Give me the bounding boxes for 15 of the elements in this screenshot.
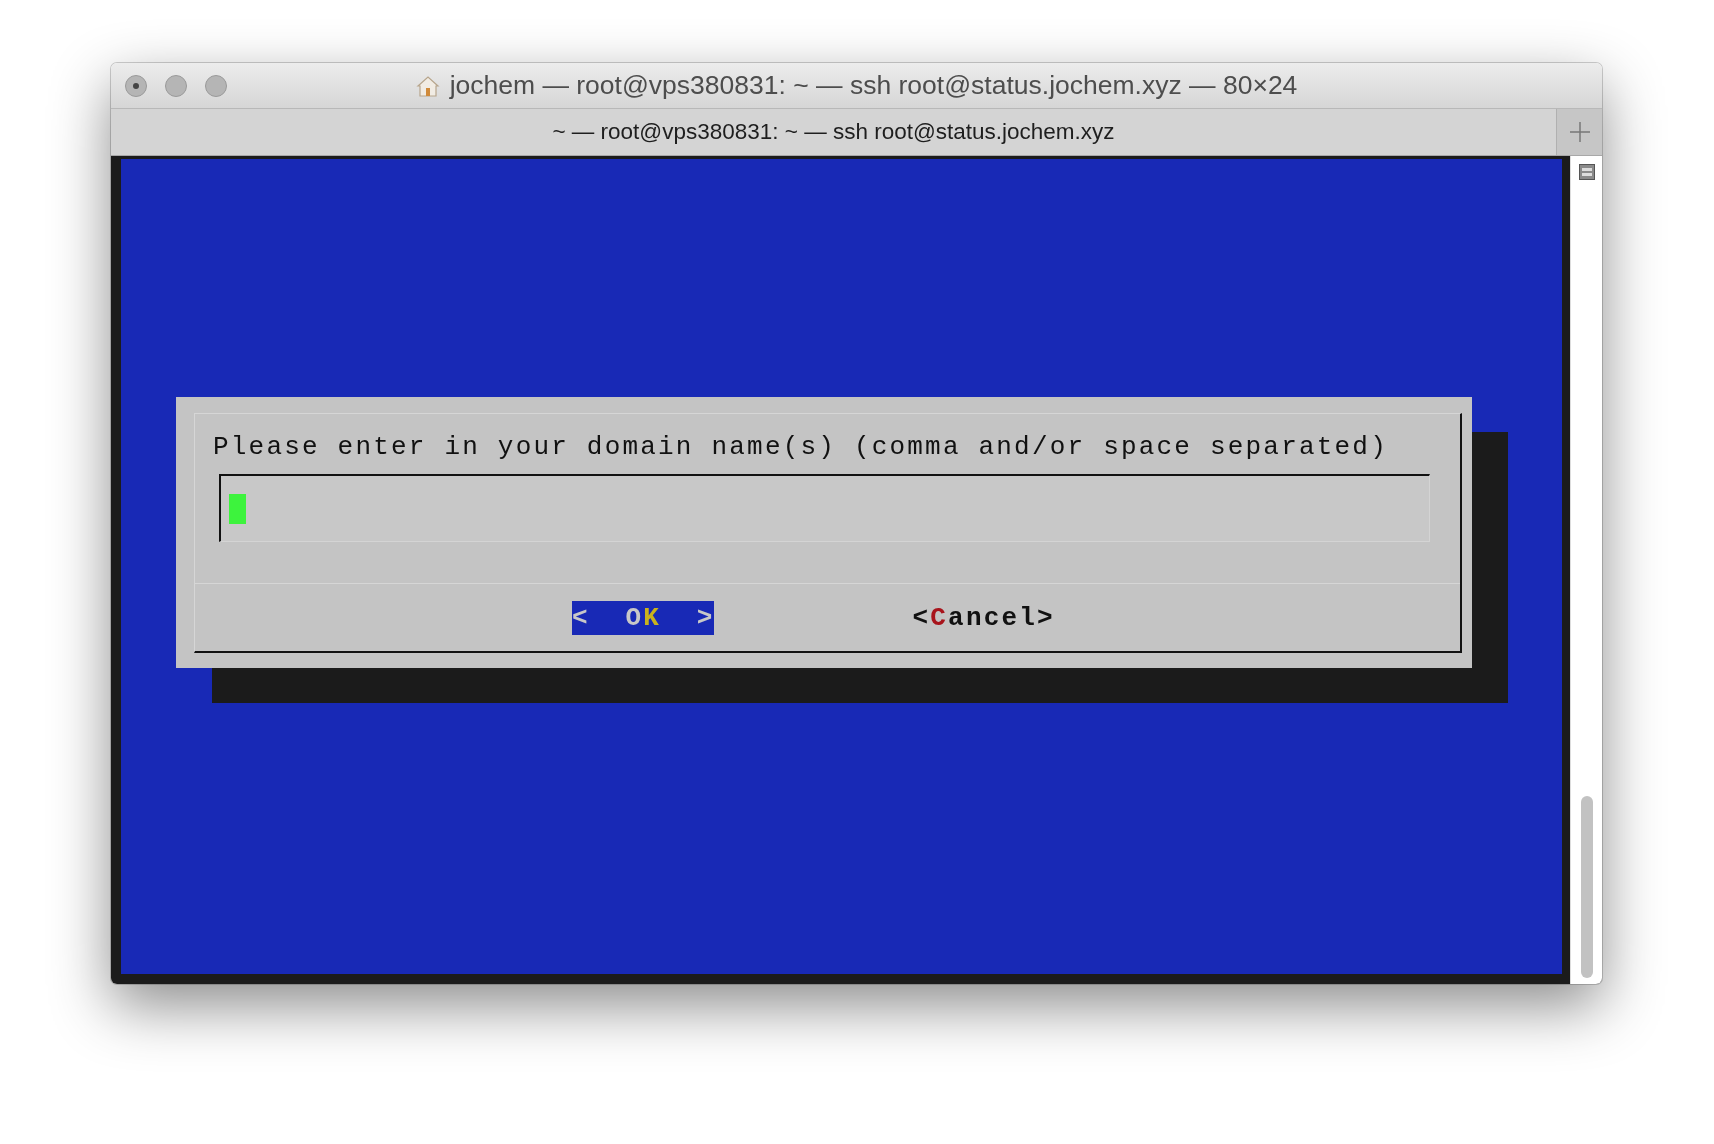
minimize-button[interactable] [165, 75, 187, 97]
prompt-text: Please enter in your domain name(s) (comma and/or space separated) [213, 432, 1389, 462]
dialog-button[interactable]: <Cancel> [912, 600, 1055, 635]
scroll-thumb[interactable] [1580, 796, 1593, 978]
input-field[interactable] [219, 474, 1430, 542]
new-tab-button[interactable] [1557, 109, 1602, 155]
close-button[interactable] [125, 75, 147, 97]
text-cursor [229, 494, 246, 524]
tab[interactable]: ~ — root@vps380831: ~ — ssh root@status.jochem.xyz [111, 109, 1557, 155]
dialog-button[interactable]: < OK > [572, 600, 715, 635]
window-title: jochem — root@vps380831: ~ — ssh root@status.jochem.xyz — 80×24 [449, 70, 1298, 101]
split-pane-icon[interactable] [1578, 164, 1595, 180]
scrollbar[interactable] [1570, 156, 1602, 984]
zoom-button[interactable] [205, 75, 227, 97]
plus-icon [1568, 121, 1591, 143]
